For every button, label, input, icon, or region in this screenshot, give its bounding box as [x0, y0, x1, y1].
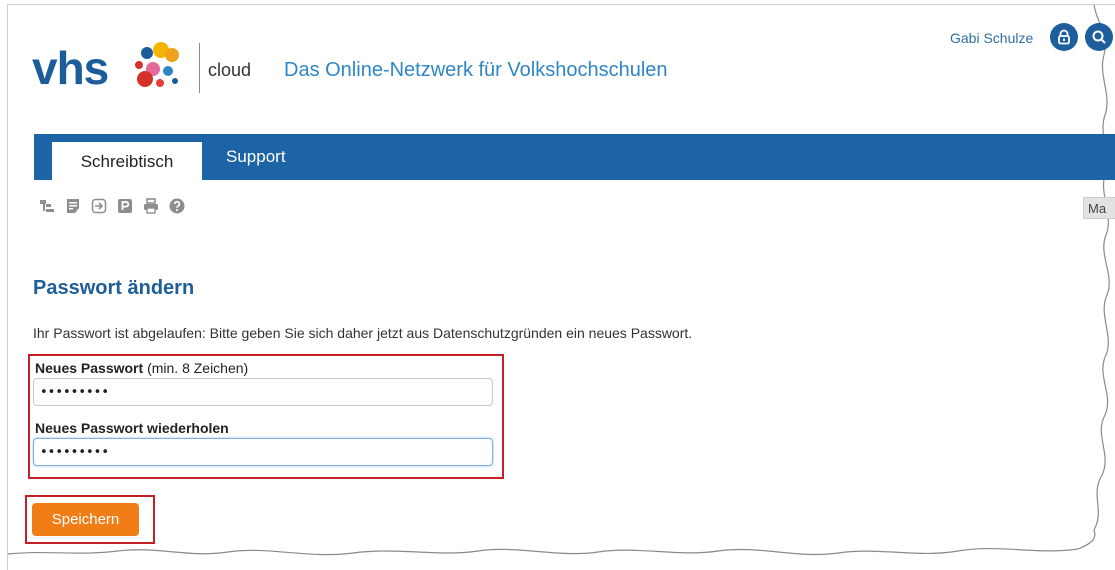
brand-tagline: Das Online-Netzwerk für Volkshochschulen: [284, 59, 668, 81]
user-name[interactable]: Gabi Schulze: [950, 30, 1033, 46]
lock-icon[interactable]: [1050, 23, 1078, 51]
help-icon[interactable]: [168, 197, 186, 215]
new-password-label-text: Neues Passwort: [35, 360, 144, 376]
new-password-hint: (min. 8 Zeichen): [147, 360, 249, 376]
toolbar: [38, 197, 186, 215]
parking-icon[interactable]: [116, 197, 134, 215]
brand-divider: [199, 43, 200, 93]
search-icon[interactable]: [1085, 23, 1113, 51]
tab-support[interactable]: Support: [226, 134, 286, 180]
repeat-password-label: Neues Passwort wiederholen: [35, 420, 229, 436]
structure-icon[interactable]: [38, 197, 56, 215]
new-password-field[interactable]: [33, 378, 493, 406]
expired-password-info: Ihr Passwort ist abgelaufen: Bitte geben…: [33, 325, 693, 341]
main-navigation: Schreibtisch Support: [34, 134, 1115, 180]
vhs-logo[interactable]: vhs: [32, 39, 197, 97]
side-panel-tab[interactable]: Ma: [1083, 197, 1115, 219]
export-icon[interactable]: [90, 197, 108, 215]
brand-product-name: cloud: [208, 60, 252, 80]
tab-schreibtisch[interactable]: Schreibtisch: [52, 142, 202, 180]
save-button[interactable]: Speichern: [32, 503, 139, 536]
page-title: Passwort ändern: [33, 277, 195, 299]
notes-icon[interactable]: [64, 197, 82, 215]
new-password-label: Neues Passwort (min. 8 Zeichen): [35, 360, 248, 376]
print-icon[interactable]: [142, 197, 160, 215]
repeat-password-label-text: Neues Passwort wiederholen: [35, 420, 229, 436]
logo-text: vhs: [32, 42, 109, 94]
logo-dots-icon: [135, 42, 179, 87]
repeat-password-field[interactable]: [33, 438, 493, 466]
app-page: vhs cloud Das Online-Netzwerk für Volksh…: [7, 4, 1115, 570]
